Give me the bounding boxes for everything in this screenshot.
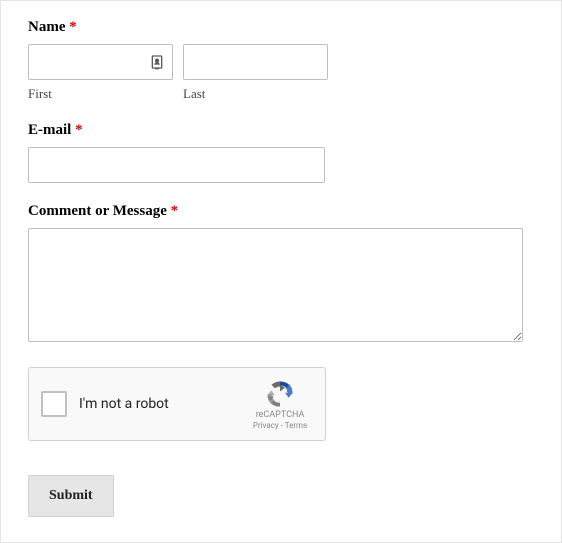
recaptcha-brand-text: reCAPTCHA — [256, 410, 305, 420]
comment-required-asterisk: * — [171, 203, 179, 219]
contacts-icon — [149, 54, 165, 70]
first-name-wrap — [28, 44, 173, 80]
email-required-asterisk: * — [75, 122, 83, 138]
recaptcha-checkbox[interactable] — [41, 391, 67, 417]
email-input[interactable] — [28, 147, 325, 183]
name-field-group: Name * First Last — [28, 19, 534, 102]
comment-field-group: Comment or Message * — [28, 203, 534, 347]
first-name-sublabel: First — [28, 86, 173, 102]
comment-label-text: Comment or Message — [28, 203, 167, 219]
name-label-text: Name — [28, 19, 66, 35]
recaptcha-label: I'm not a robot — [79, 396, 245, 412]
submit-section: Submit — [28, 475, 534, 517]
last-name-column: Last — [183, 44, 328, 102]
contact-form: Name * First Last — [0, 0, 562, 543]
recaptcha-branding: reCAPTCHA Privacy - Terms — [245, 379, 315, 430]
recaptcha-privacy-link[interactable]: Privacy — [253, 421, 279, 430]
submit-button[interactable]: Submit — [28, 475, 114, 517]
comment-textarea[interactable] — [28, 228, 523, 342]
email-label-text: E-mail — [28, 122, 71, 138]
recaptcha-widget: I'm not a robot reCAPTCHA Privacy - Term… — [28, 367, 326, 441]
email-field-group: E-mail * — [28, 122, 534, 183]
email-label: E-mail * — [28, 122, 534, 139]
recaptcha-terms-link[interactable]: Terms — [285, 421, 307, 430]
recaptcha-logo-icon — [265, 379, 295, 409]
name-row: First Last — [28, 44, 534, 102]
last-name-input[interactable] — [183, 44, 328, 80]
name-required-asterisk: * — [69, 19, 77, 35]
recaptcha-links: Privacy - Terms — [253, 421, 307, 430]
last-name-sublabel: Last — [183, 86, 328, 102]
first-name-column: First — [28, 44, 173, 102]
name-label: Name * — [28, 19, 534, 36]
comment-label: Comment or Message * — [28, 203, 534, 220]
